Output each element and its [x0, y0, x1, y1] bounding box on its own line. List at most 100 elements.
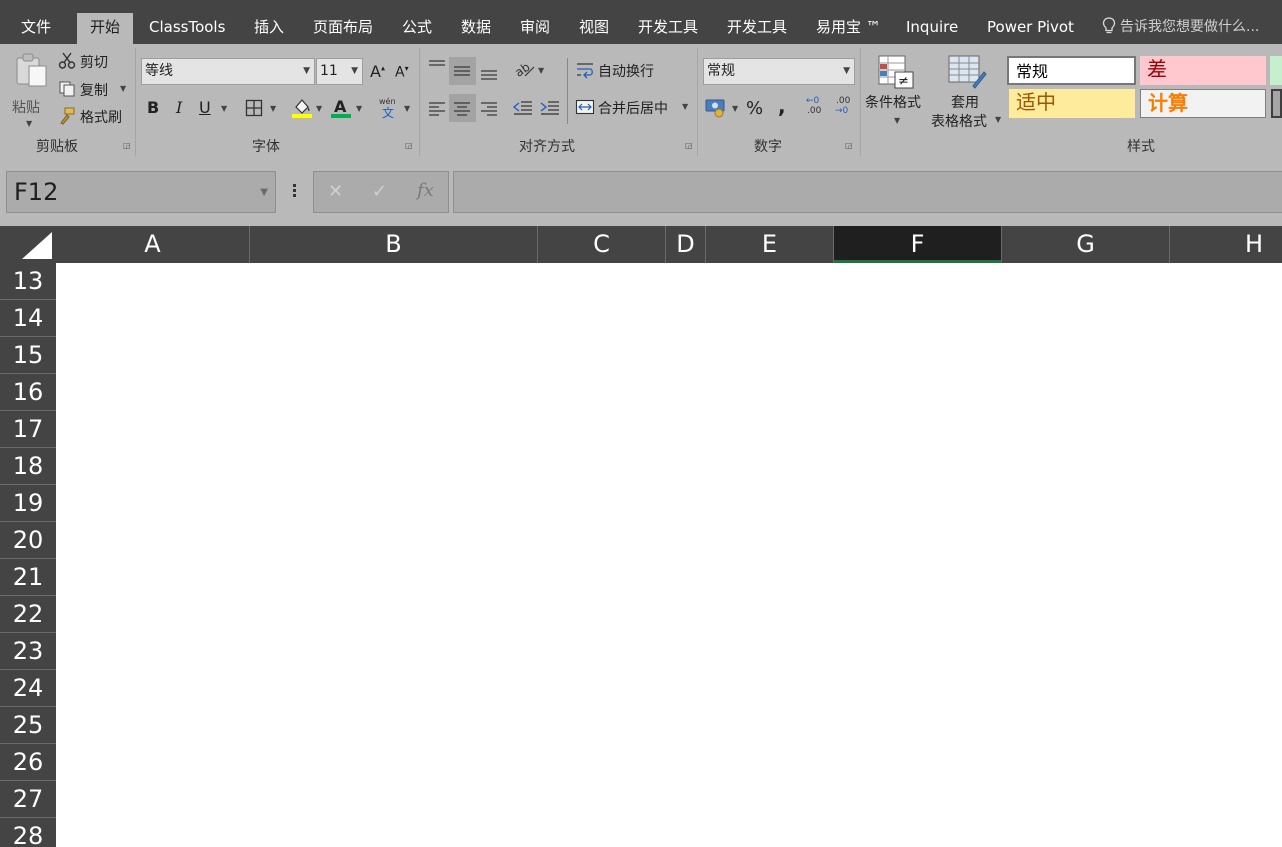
borders-dropdown-icon[interactable]: ▼	[270, 104, 276, 113]
tab-view[interactable]: 视图	[579, 13, 609, 44]
tab-file[interactable]: 文件	[21, 13, 51, 44]
row-header[interactable]: 26	[0, 744, 56, 781]
decrease-decimal-button[interactable]: .00 →0	[834, 96, 854, 122]
row-header[interactable]: 25	[0, 707, 56, 744]
column-header-f[interactable]: F	[834, 226, 1002, 263]
bold-button[interactable]: B	[147, 98, 159, 117]
cancel-icon[interactable]: ✕	[328, 181, 343, 202]
font-size-combo[interactable]: 11 ▼	[316, 58, 363, 85]
percent-style-button[interactable]: %	[746, 98, 763, 119]
font-family-combo[interactable]: 等线 ▼	[141, 58, 315, 85]
fill-color-dropdown-icon[interactable]: ▼	[316, 104, 322, 113]
align-bottom-icon[interactable]	[479, 62, 499, 80]
tab-formulas[interactable]: 公式	[402, 13, 432, 44]
font-family-dropdown-icon[interactable]: ▼	[303, 59, 310, 84]
copy-dropdown-icon[interactable]: ▼	[120, 84, 126, 93]
borders-icon[interactable]	[245, 99, 263, 117]
comma-style-button[interactable]: ,	[778, 94, 786, 118]
tell-me-search[interactable]: 告诉我您想要做什么...	[1102, 13, 1259, 44]
tab-power-pivot[interactable]: Power Pivot	[987, 13, 1074, 44]
paste-button[interactable]: 粘贴 ▼	[10, 50, 52, 130]
insert-function-icon[interactable]: fx	[417, 180, 434, 201]
cell-style-normal[interactable]: 常规	[1007, 56, 1136, 85]
font-color-dropdown-icon[interactable]: ▼	[356, 104, 362, 113]
alignment-dialog-launcher-icon[interactable]: ◲	[685, 142, 694, 151]
phonetic-guide-icon[interactable]: wén 文	[378, 96, 400, 120]
row-header[interactable]: 17	[0, 411, 56, 448]
name-box-dropdown-icon[interactable]: ▼	[260, 173, 268, 213]
row-header[interactable]: 22	[0, 596, 56, 633]
row-header[interactable]: 14	[0, 300, 56, 337]
row-header[interactable]: 28	[0, 818, 56, 847]
phonetic-dropdown-icon[interactable]: ▼	[404, 104, 410, 113]
cell-style-check-partial[interactable]	[1271, 89, 1282, 118]
grow-font-icon[interactable]: A▴	[370, 62, 385, 81]
tab-developer[interactable]: 开发工具	[638, 13, 698, 44]
merge-dropdown-icon[interactable]: ▼	[682, 102, 688, 111]
conditional-format-dropdown-icon[interactable]: ▼	[894, 116, 900, 125]
cell-style-calculation[interactable]: 计算	[1140, 89, 1266, 118]
cut-button[interactable]: 剪切	[58, 52, 128, 72]
row-header[interactable]: 16	[0, 374, 56, 411]
cell-style-bad[interactable]: 差	[1140, 56, 1266, 85]
paste-dropdown-icon[interactable]: ▼	[26, 119, 32, 128]
formula-bar-resize-handle[interactable]	[291, 183, 297, 201]
font-color-icon[interactable]: A	[330, 97, 352, 119]
font-size-dropdown-icon[interactable]: ▼	[351, 59, 358, 84]
orientation-icon[interactable]: ab	[514, 60, 536, 80]
shrink-font-icon[interactable]: A▾	[395, 64, 409, 81]
tab-data[interactable]: 数据	[461, 13, 491, 44]
decrease-indent-icon[interactable]	[513, 100, 533, 116]
tab-inquire[interactable]: Inquire	[906, 13, 958, 44]
column-header-h[interactable]: H	[1170, 226, 1282, 263]
row-header[interactable]: 20	[0, 522, 56, 559]
enter-icon[interactable]: ✓	[372, 181, 387, 202]
row-header[interactable]: 19	[0, 485, 56, 522]
format-painter-button[interactable]: 格式刷	[58, 107, 130, 127]
clipboard-dialog-launcher-icon[interactable]: ◲	[123, 142, 132, 151]
copy-button[interactable]: 复制 ▼	[58, 80, 130, 100]
row-header[interactable]: 13	[0, 263, 56, 300]
table-format-dropdown-icon[interactable]: ▼	[995, 115, 1001, 124]
align-center-button[interactable]	[449, 94, 476, 122]
tab-review[interactable]: 审阅	[520, 13, 550, 44]
name-box[interactable]: F12 ▼	[6, 171, 276, 213]
cell-style-neutral[interactable]: 适中	[1009, 89, 1135, 118]
conditional-format-button[interactable]: ≠ 条件格式 ▼	[864, 54, 928, 134]
align-top-icon[interactable]	[427, 58, 447, 76]
underline-dropdown-icon[interactable]: ▼	[221, 104, 227, 113]
column-header-e[interactable]: E	[706, 226, 834, 263]
align-right-icon[interactable]	[480, 100, 498, 116]
tab-yiyongbao[interactable]: 易用宝 ™	[816, 13, 881, 44]
worksheet-cells[interactable]	[56, 263, 1282, 847]
column-header-d[interactable]: D	[666, 226, 706, 263]
tab-insert[interactable]: 插入	[254, 13, 284, 44]
align-left-icon[interactable]	[428, 100, 446, 116]
tab-developer-2[interactable]: 开发工具	[727, 13, 787, 44]
cell-style-good-partial[interactable]	[1270, 56, 1282, 85]
wrap-text-button[interactable]: 自动换行	[575, 61, 665, 81]
font-dialog-launcher-icon[interactable]: ◲	[405, 142, 414, 151]
formula-input[interactable]	[453, 171, 1282, 213]
row-header[interactable]: 23	[0, 633, 56, 670]
italic-button[interactable]: I	[176, 98, 182, 117]
underline-button[interactable]: U	[199, 98, 211, 117]
merge-center-button[interactable]: 合并后居中 ▼	[575, 98, 693, 118]
fill-color-icon[interactable]	[291, 97, 313, 119]
accounting-format-icon[interactable]	[705, 97, 729, 119]
number-format-combo[interactable]: 常规 ▼	[703, 58, 855, 85]
row-header[interactable]: 15	[0, 337, 56, 374]
column-header-a[interactable]: A	[56, 226, 250, 263]
column-header-g[interactable]: G	[1002, 226, 1170, 263]
align-middle-button[interactable]	[449, 57, 476, 85]
number-dialog-launcher-icon[interactable]: ◲	[845, 142, 854, 151]
increase-decimal-button[interactable]: ←0 .00	[806, 96, 826, 122]
row-header[interactable]: 18	[0, 448, 56, 485]
row-header[interactable]: 21	[0, 559, 56, 596]
accounting-dropdown-icon[interactable]: ▼	[732, 104, 738, 113]
increase-indent-icon[interactable]	[540, 100, 560, 116]
tab-classtools[interactable]: ClassTools	[149, 13, 225, 44]
select-all-corner[interactable]	[0, 226, 56, 263]
orientation-dropdown-icon[interactable]: ▼	[538, 66, 544, 75]
column-header-b[interactable]: B	[250, 226, 538, 263]
